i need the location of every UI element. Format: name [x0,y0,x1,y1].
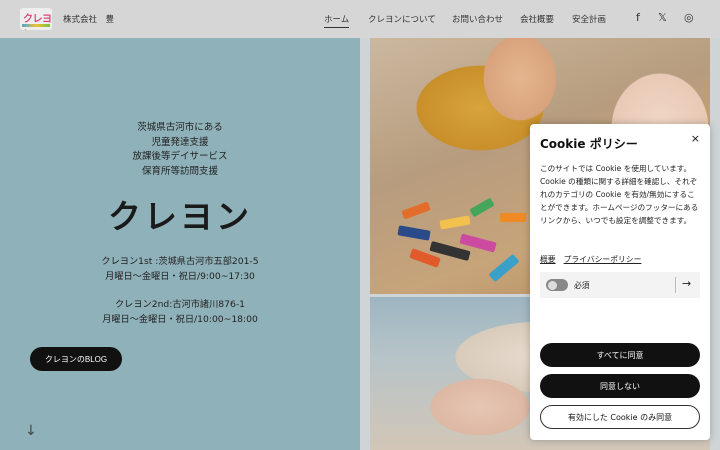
cookie-policy-dialog: Cookie ポリシー × このサイトでは Cookie を使用しています。Co… [530,124,710,440]
clay-piece [500,213,526,222]
site-logo[interactable]: クレヨン [20,8,52,30]
hero-panel [0,38,360,450]
cookie-category-required: 必須 → [540,272,700,298]
tagline-line: 茨城県古河市にある [137,122,223,133]
logo-crayon-stripe [22,24,50,27]
hero-tagline: 茨城県古河市にある 児童発達支援 放課後等デイサービス 保育所等訪問支援 [0,121,360,179]
accept-all-button[interactable]: すべてに同意 [540,343,700,367]
location-1st: クレヨン1st :茨城県古河市五部201-5 月曜日〜金曜日・祝日/9:00~1… [0,255,360,284]
toggle-knob [547,280,557,290]
cookie-overview-link[interactable]: 概要 [540,254,556,265]
clay-piece [397,225,431,241]
privacy-policy-link[interactable]: プライバシーポリシー [564,254,642,265]
blog-button[interactable]: クレヨンのBLOG [30,347,122,371]
location-hours: 月曜日〜金曜日・祝日/10:00~18:00 [102,313,258,325]
nav-safety[interactable]: 安全計画 [572,13,606,25]
nav-home[interactable]: ホーム [324,13,350,28]
company-name: 株式会社 豊 [63,15,115,25]
arrow-right-icon[interactable]: → [682,277,691,290]
accept-selected-button[interactable]: 有効にした Cookie のみ同意 [540,405,700,429]
nav-contact[interactable]: お問い合わせ [452,13,503,25]
logo-text: クレヨン [23,14,52,30]
reject-button[interactable]: 同意しない [540,374,700,398]
scroll-down-arrow-icon[interactable]: ↓ [25,423,37,439]
cookie-dialog-title: Cookie ポリシー [540,137,638,151]
clay-piece [439,215,471,230]
facebook-icon[interactable]: f [636,11,640,24]
divider [675,277,676,293]
close-icon[interactable]: × [691,132,700,145]
tagline-line: 児童発達支援 [151,136,209,148]
location-name: クレヨン2nd:古河市諸川876-1 [115,299,245,310]
tagline-line: 保育所等訪問支援 [141,165,218,177]
clay-piece [401,201,431,220]
location-hours: 月曜日〜金曜日・祝日/9:00~17:30 [105,270,255,282]
required-toggle[interactable] [546,279,568,291]
clay-piece [488,253,520,283]
cookie-description: このサイトでは Cookie を使用しています。Cookie の種類に関する詳細… [540,164,699,225]
site-header: クレヨン 株式会社 豊 ホーム クレヨンについて お問い合わせ 会社概要 安全計… [0,0,720,38]
hero-title: クレヨン [108,197,252,236]
x-icon[interactable]: 𝕏 [658,11,667,24]
nav-company[interactable]: 会社概要 [520,13,554,25]
nav-about[interactable]: クレヨンについて [368,13,436,25]
instagram-icon[interactable]: ◎ [684,11,694,24]
location-name: クレヨン1st :茨城県古河市五部201-5 [101,256,259,267]
clay-piece [469,197,495,218]
cookie-links: 概要 プライバシーポリシー [540,254,641,265]
location-2nd: クレヨン2nd:古河市諸川876-1 月曜日〜金曜日・祝日/10:00~18:0… [0,298,360,327]
tagline-line: 放課後等デイサービス [132,151,228,162]
category-label: 必須 [574,281,590,290]
